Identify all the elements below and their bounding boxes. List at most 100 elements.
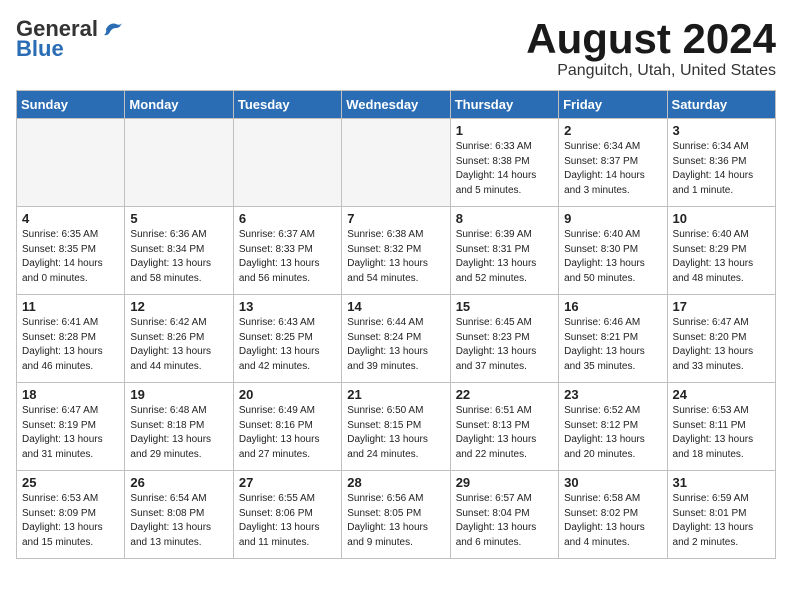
calendar-cell: 3 Sunrise: 6:34 AM Sunset: 8:36 PM Daylig…	[667, 119, 775, 207]
calendar-week-row: 25 Sunrise: 6:53 AM Sunset: 8:09 PM Dayli…	[17, 471, 776, 559]
day-number: 14	[347, 299, 444, 314]
calendar-cell: 4 Sunrise: 6:35 AM Sunset: 8:35 PM Daylig…	[17, 207, 125, 295]
calendar-cell: 30Sunrise: 6:58 AM Sunset: 8:02 PM Dayli…	[559, 471, 667, 559]
day-number: 16	[564, 299, 661, 314]
day-number: 30	[564, 475, 661, 490]
day-number: 27	[239, 475, 336, 490]
calendar-cell: 21 Sunrise: 6:50 AM Sunset: 8:15 PM Dayli…	[342, 383, 450, 471]
day-number: 10	[673, 211, 770, 226]
day-number: 28	[347, 475, 444, 490]
weekday-header-monday: Monday	[125, 91, 233, 119]
weekday-header-wednesday: Wednesday	[342, 91, 450, 119]
calendar-cell	[125, 119, 233, 207]
day-info: Sunrise: 6:34 AM Sunset: 8:37 PM Dayligh…	[564, 140, 661, 198]
location-text: Panguitch, Utah, United States	[526, 62, 776, 80]
calendar-cell: 26 Sunrise: 6:54 AM Sunset: 8:08 PM Dayli…	[125, 471, 233, 559]
day-number: 6	[239, 211, 336, 226]
day-number: 19	[130, 387, 227, 402]
day-info: Sunrise: 6:40 AM Sunset: 8:29 PM Dayligh…	[673, 228, 770, 286]
day-info: Sunrise: 6:56 AM Sunset: 8:05 PM Dayligh…	[347, 492, 444, 550]
calendar-cell: 7 Sunrise: 6:38 AM Sunset: 8:32 PM Daylig…	[342, 207, 450, 295]
calendar-week-row: 1 Sunrise: 6:33 AM Sunset: 8:38 PM Daylig…	[17, 119, 776, 207]
day-info: Sunrise: 6:38 AM Sunset: 8:32 PM Dayligh…	[347, 228, 444, 286]
calendar-table: SundayMondayTuesdayWednesdayThursdayFrid…	[16, 90, 776, 559]
day-number: 25	[22, 475, 119, 490]
day-info: Sunrise: 6:34 AM Sunset: 8:36 PM Dayligh…	[673, 140, 770, 198]
calendar-cell: 20Sunrise: 6:49 AM Sunset: 8:16 PM Dayli…	[233, 383, 341, 471]
day-number: 21	[347, 387, 444, 402]
day-info: Sunrise: 6:44 AM Sunset: 8:24 PM Dayligh…	[347, 316, 444, 374]
day-info: Sunrise: 6:42 AM Sunset: 8:26 PM Dayligh…	[130, 316, 227, 374]
day-number: 23	[564, 387, 661, 402]
day-number: 12	[130, 299, 227, 314]
day-number: 29	[456, 475, 553, 490]
day-info: Sunrise: 6:48 AM Sunset: 8:18 PM Dayligh…	[130, 404, 227, 462]
day-info: Sunrise: 6:37 AM Sunset: 8:33 PM Dayligh…	[239, 228, 336, 286]
calendar-cell: 22 Sunrise: 6:51 AM Sunset: 8:13 PM Dayli…	[450, 383, 558, 471]
title-block: August 2024 Panguitch, Utah, United Stat…	[526, 16, 776, 80]
day-info: Sunrise: 6:47 AM Sunset: 8:19 PM Dayligh…	[22, 404, 119, 462]
calendar-cell: 31 Sunrise: 6:59 AM Sunset: 8:01 PM Dayli…	[667, 471, 775, 559]
calendar-cell: 28 Sunrise: 6:56 AM Sunset: 8:05 PM Dayli…	[342, 471, 450, 559]
logo-blue-text: Blue	[16, 36, 64, 62]
day-info: Sunrise: 6:43 AM Sunset: 8:25 PM Dayligh…	[239, 316, 336, 374]
calendar-cell: 9Sunrise: 6:40 AM Sunset: 8:30 PM Daylig…	[559, 207, 667, 295]
logo-bird-icon	[102, 20, 124, 38]
day-number: 3	[673, 123, 770, 138]
day-number: 11	[22, 299, 119, 314]
day-number: 31	[673, 475, 770, 490]
month-title: August 2024	[526, 16, 776, 62]
day-number: 22	[456, 387, 553, 402]
calendar-cell: 14 Sunrise: 6:44 AM Sunset: 8:24 PM Dayli…	[342, 295, 450, 383]
day-info: Sunrise: 6:50 AM Sunset: 8:15 PM Dayligh…	[347, 404, 444, 462]
calendar-cell: 15Sunrise: 6:45 AM Sunset: 8:23 PM Dayli…	[450, 295, 558, 383]
calendar-header-row: SundayMondayTuesdayWednesdayThursdayFrid…	[17, 91, 776, 119]
calendar-cell	[233, 119, 341, 207]
calendar-week-row: 18Sunrise: 6:47 AM Sunset: 8:19 PM Dayli…	[17, 383, 776, 471]
day-info: Sunrise: 6:40 AM Sunset: 8:30 PM Dayligh…	[564, 228, 661, 286]
logo: General Blue	[16, 16, 124, 62]
calendar-week-row: 11 Sunrise: 6:41 AM Sunset: 8:28 PM Dayli…	[17, 295, 776, 383]
weekday-header-thursday: Thursday	[450, 91, 558, 119]
day-number: 26	[130, 475, 227, 490]
day-info: Sunrise: 6:35 AM Sunset: 8:35 PM Dayligh…	[22, 228, 119, 286]
calendar-cell: 12 Sunrise: 6:42 AM Sunset: 8:26 PM Dayli…	[125, 295, 233, 383]
day-number: 24	[673, 387, 770, 402]
calendar-cell	[17, 119, 125, 207]
day-info: Sunrise: 6:51 AM Sunset: 8:13 PM Dayligh…	[456, 404, 553, 462]
day-number: 13	[239, 299, 336, 314]
calendar-week-row: 4 Sunrise: 6:35 AM Sunset: 8:35 PM Daylig…	[17, 207, 776, 295]
weekday-header-friday: Friday	[559, 91, 667, 119]
calendar-cell: 19 Sunrise: 6:48 AM Sunset: 8:18 PM Dayli…	[125, 383, 233, 471]
day-info: Sunrise: 6:54 AM Sunset: 8:08 PM Dayligh…	[130, 492, 227, 550]
calendar-cell: 18Sunrise: 6:47 AM Sunset: 8:19 PM Dayli…	[17, 383, 125, 471]
day-info: Sunrise: 6:45 AM Sunset: 8:23 PM Dayligh…	[456, 316, 553, 374]
calendar-cell: 23 Sunrise: 6:52 AM Sunset: 8:12 PM Dayli…	[559, 383, 667, 471]
calendar-cell: 13 Sunrise: 6:43 AM Sunset: 8:25 PM Dayli…	[233, 295, 341, 383]
calendar-cell: 25 Sunrise: 6:53 AM Sunset: 8:09 PM Dayli…	[17, 471, 125, 559]
weekday-header-saturday: Saturday	[667, 91, 775, 119]
day-info: Sunrise: 6:39 AM Sunset: 8:31 PM Dayligh…	[456, 228, 553, 286]
calendar-cell: 27 Sunrise: 6:55 AM Sunset: 8:06 PM Dayli…	[233, 471, 341, 559]
calendar-cell: 16 Sunrise: 6:46 AM Sunset: 8:21 PM Dayli…	[559, 295, 667, 383]
day-info: Sunrise: 6:53 AM Sunset: 8:09 PM Dayligh…	[22, 492, 119, 550]
day-info: Sunrise: 6:46 AM Sunset: 8:21 PM Dayligh…	[564, 316, 661, 374]
day-number: 1	[456, 123, 553, 138]
day-number: 4	[22, 211, 119, 226]
day-info: Sunrise: 6:53 AM Sunset: 8:11 PM Dayligh…	[673, 404, 770, 462]
day-number: 2	[564, 123, 661, 138]
day-info: Sunrise: 6:55 AM Sunset: 8:06 PM Dayligh…	[239, 492, 336, 550]
day-number: 17	[673, 299, 770, 314]
day-info: Sunrise: 6:52 AM Sunset: 8:12 PM Dayligh…	[564, 404, 661, 462]
day-info: Sunrise: 6:57 AM Sunset: 8:04 PM Dayligh…	[456, 492, 553, 550]
calendar-cell: 10 Sunrise: 6:40 AM Sunset: 8:29 PM Dayli…	[667, 207, 775, 295]
calendar-cell: 11 Sunrise: 6:41 AM Sunset: 8:28 PM Dayli…	[17, 295, 125, 383]
day-info: Sunrise: 6:59 AM Sunset: 8:01 PM Dayligh…	[673, 492, 770, 550]
day-info: Sunrise: 6:41 AM Sunset: 8:28 PM Dayligh…	[22, 316, 119, 374]
calendar-cell: 29 Sunrise: 6:57 AM Sunset: 8:04 PM Dayli…	[450, 471, 558, 559]
day-number: 7	[347, 211, 444, 226]
day-info: Sunrise: 6:33 AM Sunset: 8:38 PM Dayligh…	[456, 140, 553, 198]
calendar-cell: 17 Sunrise: 6:47 AM Sunset: 8:20 PM Dayli…	[667, 295, 775, 383]
day-number: 8	[456, 211, 553, 226]
day-info: Sunrise: 6:47 AM Sunset: 8:20 PM Dayligh…	[673, 316, 770, 374]
